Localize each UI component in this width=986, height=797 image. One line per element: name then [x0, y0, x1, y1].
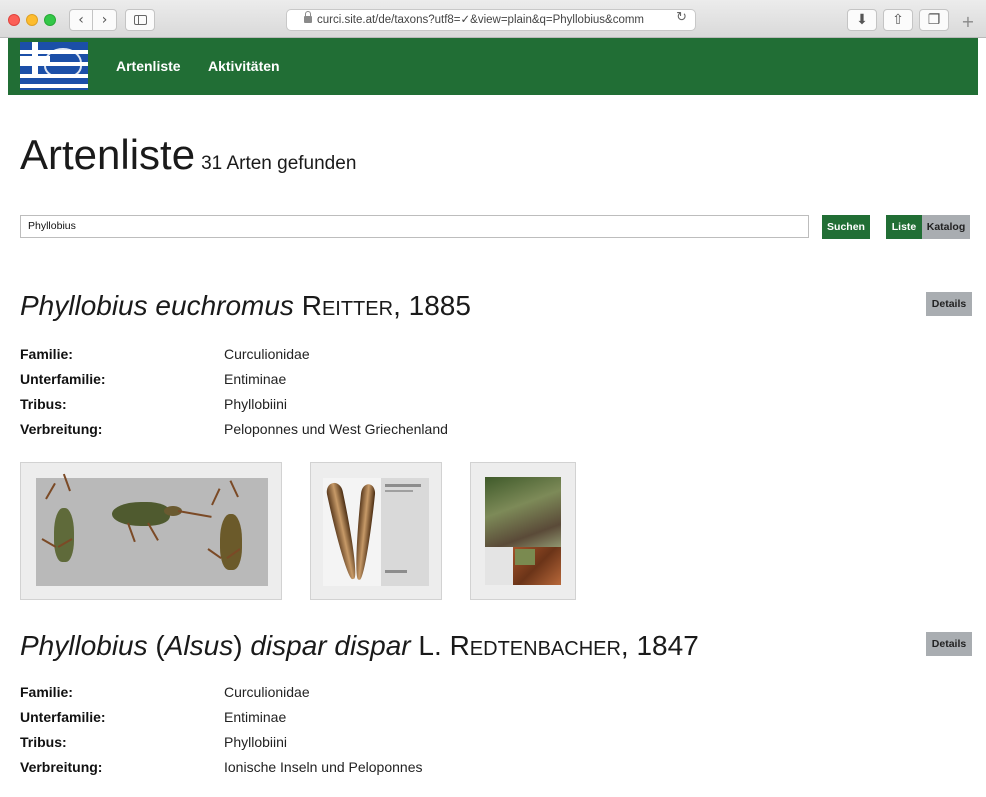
thumbnail-genitalia-plate[interactable] [310, 462, 442, 600]
attr-label: Unterfamilie: [20, 709, 106, 725]
download-icon: ⬇ [856, 12, 868, 28]
search-button[interactable]: Suchen [822, 215, 870, 239]
site-logo[interactable] [20, 42, 88, 90]
taxon-author: Redtenbacher [449, 630, 621, 661]
url-text: curci.site.at/de/taxons?utf8=✓&view=plai… [317, 14, 645, 26]
chevron-right-icon: › [101, 12, 108, 28]
attr-value: Phyllobiini [224, 396, 288, 412]
taxon-entry: Phyllobius euchromus Reitter, 1885 Detai… [20, 290, 976, 600]
reload-icon[interactable]: ↻ [676, 10, 687, 25]
download-button[interactable]: ⬇ [847, 9, 877, 31]
taxon-subgenus: Alsus [164, 630, 234, 661]
attr-label: Familie: [20, 346, 73, 362]
sidebar-toggle-button[interactable] [125, 9, 155, 31]
attr-label: Verbreitung: [20, 421, 103, 437]
taxon-title[interactable]: Phyllobius (Alsus) dispar dispar L. Redt… [20, 630, 976, 662]
lock-icon [304, 11, 312, 23]
forward-button[interactable]: › [93, 9, 117, 31]
zoom-window-button[interactable] [44, 14, 56, 26]
minimize-window-button[interactable] [26, 14, 38, 26]
genitalia-plate-image [323, 478, 429, 586]
share-icon: ⇧ [892, 12, 904, 28]
taxon-year: , 1847 [620, 630, 699, 661]
attr-value: Phyllobiini [224, 734, 288, 750]
taxon-author-prefix: L. [418, 630, 450, 661]
taxon-entry: Phyllobius (Alsus) dispar dispar L. Redt… [20, 630, 976, 775]
attr-value: Ionische Inseln und Peloponnes [224, 759, 423, 775]
taxon-year: , 1885 [393, 290, 471, 321]
share-button[interactable]: ⇧ [883, 9, 913, 31]
attr-label: Familie: [20, 684, 73, 700]
taxon-title[interactable]: Phyllobius euchromus Reitter, 1885 [20, 290, 976, 322]
attr-label: Tribus: [20, 396, 67, 412]
nav-aktivitaeten[interactable]: Aktivitäten [208, 58, 280, 74]
attr-value: Curculionidae [224, 346, 310, 362]
attr-value: Entiminae [224, 709, 287, 725]
view-catalog-button[interactable]: Katalog [922, 215, 970, 239]
attr-value: Peloponnes und West Griechenland [224, 421, 448, 437]
taxon-species: euchromus [155, 290, 294, 321]
attr-label: Verbreitung: [20, 759, 103, 775]
browser-toolbar: ‹ › curci.site.at/de/taxons?utf8=✓&view=… [0, 0, 986, 38]
thumbnail-habitus-plate[interactable] [20, 462, 282, 600]
taxon-genus: Phyllobius [20, 290, 148, 321]
back-button[interactable]: ‹ [69, 9, 93, 31]
taxon-genus: Phyllobius [20, 630, 148, 661]
tabs-icon: ❐ [927, 12, 941, 28]
view-list-button[interactable]: Liste [886, 215, 922, 239]
result-count: 31 Arten gefunden [201, 153, 357, 174]
habitat-photo-image [485, 477, 561, 585]
page-title: Artenliste [20, 131, 196, 178]
site-header: Artenliste Aktivitäten [8, 38, 978, 95]
thumbnail-habitat-plate[interactable] [470, 462, 576, 600]
attr-label: Tribus: [20, 734, 67, 750]
details-button[interactable]: Details [926, 632, 972, 656]
show-tabs-button[interactable]: ❐ [919, 9, 949, 31]
page-heading: Artenliste 31 Arten gefunden [20, 131, 356, 179]
plus-icon: + [961, 12, 975, 31]
details-button[interactable]: Details [926, 292, 972, 316]
main-content: Artenliste 31 Arten gefunden Phyllobius S… [8, 95, 978, 797]
taxon-author: Reitter [301, 290, 394, 321]
taxon-species: dispar dispar [250, 630, 411, 661]
attr-value: Curculionidae [224, 684, 310, 700]
search-input[interactable]: Phyllobius [20, 215, 809, 238]
nav-artenliste[interactable]: Artenliste [116, 58, 181, 74]
attr-value: Entiminae [224, 371, 287, 387]
address-bar[interactable]: curci.site.at/de/taxons?utf8=✓&view=plai… [286, 9, 696, 31]
chevron-left-icon: ‹ [78, 12, 84, 28]
new-tab-button[interactable]: + [958, 12, 978, 32]
close-window-button[interactable] [8, 14, 20, 26]
beetle-plate-image [36, 473, 268, 586]
sidebar-icon [133, 15, 147, 25]
attr-label: Unterfamilie: [20, 371, 106, 387]
